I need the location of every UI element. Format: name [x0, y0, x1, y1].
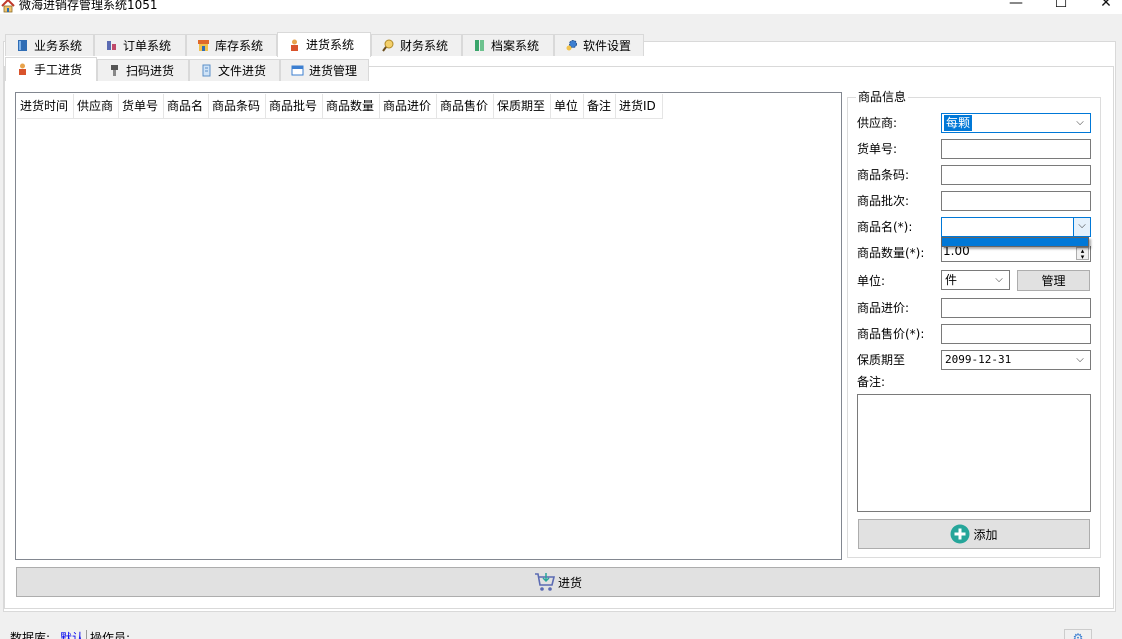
window-title: 微海进销存管理系统1051 — [19, 0, 158, 12]
operator-label: 操作员: — [86, 630, 130, 639]
settings-gear-icon[interactable]: ⚙ — [1064, 629, 1092, 639]
purchase-button[interactable]: 进货 — [16, 567, 1100, 597]
column-header[interactable]: 商品数量 — [323, 94, 380, 119]
maximize-button[interactable]: ☐ — [1038, 0, 1084, 15]
warehouse-icon — [197, 39, 210, 52]
column-header[interactable]: 供应商 — [74, 94, 119, 119]
status-bar: 数据库: 默认 操作员: ⚙ — [0, 626, 1122, 639]
plus-circle-icon — [950, 524, 970, 544]
purchase-table[interactable]: 进货时间 供应商 货单号 商品名 商品条码 商品批号 商品数量 商品进价 商品售… — [15, 92, 842, 560]
column-header[interactable]: 商品条码 — [209, 94, 266, 119]
minimize-button[interactable]: — — [993, 0, 1039, 15]
unit-value: 件 — [945, 273, 958, 287]
batch-input[interactable] — [941, 191, 1091, 211]
expiry-date-picker[interactable]: 2099-12-31 ⌵ — [941, 350, 1091, 370]
column-header[interactable]: 进货时间 — [17, 94, 74, 119]
product-name-select[interactable]: ⌵ — [941, 217, 1091, 237]
product-info-title: 商品信息 — [856, 89, 909, 105]
chevron-down-icon: ⌵ — [1076, 117, 1084, 128]
tab-scan-purchase[interactable]: 扫码进货 — [97, 59, 189, 81]
expiry-label: 保质期至 — [857, 353, 906, 367]
magnifier-icon — [382, 39, 395, 52]
quantity-stepper[interactable]: 1.00 ▴ ▾ — [941, 244, 1091, 262]
order-no-input[interactable] — [941, 139, 1091, 159]
tab-business-system[interactable]: 业务系统 — [5, 34, 94, 56]
supplier-label: 供应商: — [857, 116, 898, 130]
supplier-select[interactable]: 每颗 ⌵ — [941, 113, 1091, 133]
tab-file-purchase[interactable]: 文件进货 — [189, 59, 280, 81]
column-header[interactable]: 备注 — [584, 94, 616, 119]
database-link[interactable]: 默认 — [60, 630, 84, 639]
unit-select[interactable]: 件 ⌵ — [941, 270, 1010, 290]
expiry-value: 2099-12-31 — [945, 353, 1012, 366]
column-header[interactable]: 商品进价 — [380, 94, 437, 119]
unit-label: 单位: — [857, 274, 886, 288]
window-icon — [291, 64, 304, 77]
column-header[interactable]: 保质期至 — [494, 94, 551, 119]
quantity-label: 商品数量(*): — [857, 246, 925, 260]
sale-price-label: 商品售价(*): — [857, 327, 925, 341]
title-bar: 微海进销存管理系统1051 — ☐ ✕ — [0, 0, 1122, 14]
product-name-label: 商品名(*): — [857, 220, 913, 234]
scanner-icon — [108, 64, 121, 77]
chevron-down-icon: ⌵ — [995, 274, 1003, 285]
book-icon — [16, 39, 29, 52]
person-icon — [16, 63, 29, 76]
person-icon — [288, 39, 301, 52]
order-no-label: 货单号: — [857, 142, 898, 156]
order-icon — [105, 39, 118, 52]
app-house-icon — [1, 0, 15, 13]
tab-manual-purchase[interactable]: 手工进货 — [5, 57, 97, 81]
chevron-down-icon: ⌵ — [1078, 220, 1086, 231]
tab-software-settings[interactable]: 软件设置 — [554, 34, 644, 56]
purchase-button-label: 进货 — [557, 575, 582, 590]
column-header[interactable]: 商品批号 — [266, 94, 323, 119]
close-button[interactable]: ✕ — [1083, 0, 1122, 15]
tab-order-system[interactable]: 订单系统 — [94, 34, 186, 56]
tab-finance-system[interactable]: 财务系统 — [371, 34, 462, 56]
database-label: 数据库: — [10, 631, 51, 639]
product-name-dropdown-list[interactable] — [941, 237, 1089, 247]
file-icon — [200, 64, 213, 77]
product-name-dropdown-button[interactable]: ⌵ — [1073, 218, 1090, 236]
batch-label: 商品批次: — [857, 194, 910, 208]
table-header: 进货时间 供应商 货单号 商品名 商品条码 商品批号 商品数量 商品进价 商品售… — [17, 94, 663, 119]
gear-icon — [565, 39, 578, 52]
add-button-label: 添加 — [973, 527, 998, 542]
archive-icon — [473, 39, 486, 52]
sale-price-input[interactable] — [941, 324, 1091, 344]
add-button[interactable]: 添加 — [858, 519, 1090, 549]
column-header[interactable]: 单位 — [551, 94, 584, 119]
tab-purchase-management[interactable]: 进货管理 — [280, 59, 369, 81]
tab-inventory-system[interactable]: 库存系统 — [186, 34, 277, 56]
barcode-label: 商品条码: — [857, 168, 910, 182]
chevron-down-icon: ⌵ — [1076, 354, 1084, 365]
stepper-arrows-icon[interactable]: ▴ ▾ — [1076, 247, 1089, 261]
column-header[interactable]: 进货ID — [616, 94, 663, 119]
barcode-input[interactable] — [941, 165, 1091, 185]
column-header[interactable]: 商品名 — [164, 94, 209, 119]
cart-icon — [534, 573, 556, 591]
remark-textarea[interactable] — [857, 394, 1091, 512]
tab-archive-system[interactable]: 档案系统 — [462, 34, 554, 56]
column-header[interactable]: 商品售价 — [437, 94, 494, 119]
unit-manage-button[interactable]: 管理 — [1017, 270, 1090, 291]
cost-price-label: 商品进价: — [857, 301, 910, 315]
column-header[interactable]: 货单号 — [119, 94, 164, 119]
remark-label: 备注: — [857, 375, 886, 389]
supplier-value: 每颗 — [944, 115, 973, 131]
cost-price-input[interactable] — [941, 298, 1091, 318]
tab-purchase-system[interactable]: 进货系统 — [277, 32, 371, 57]
